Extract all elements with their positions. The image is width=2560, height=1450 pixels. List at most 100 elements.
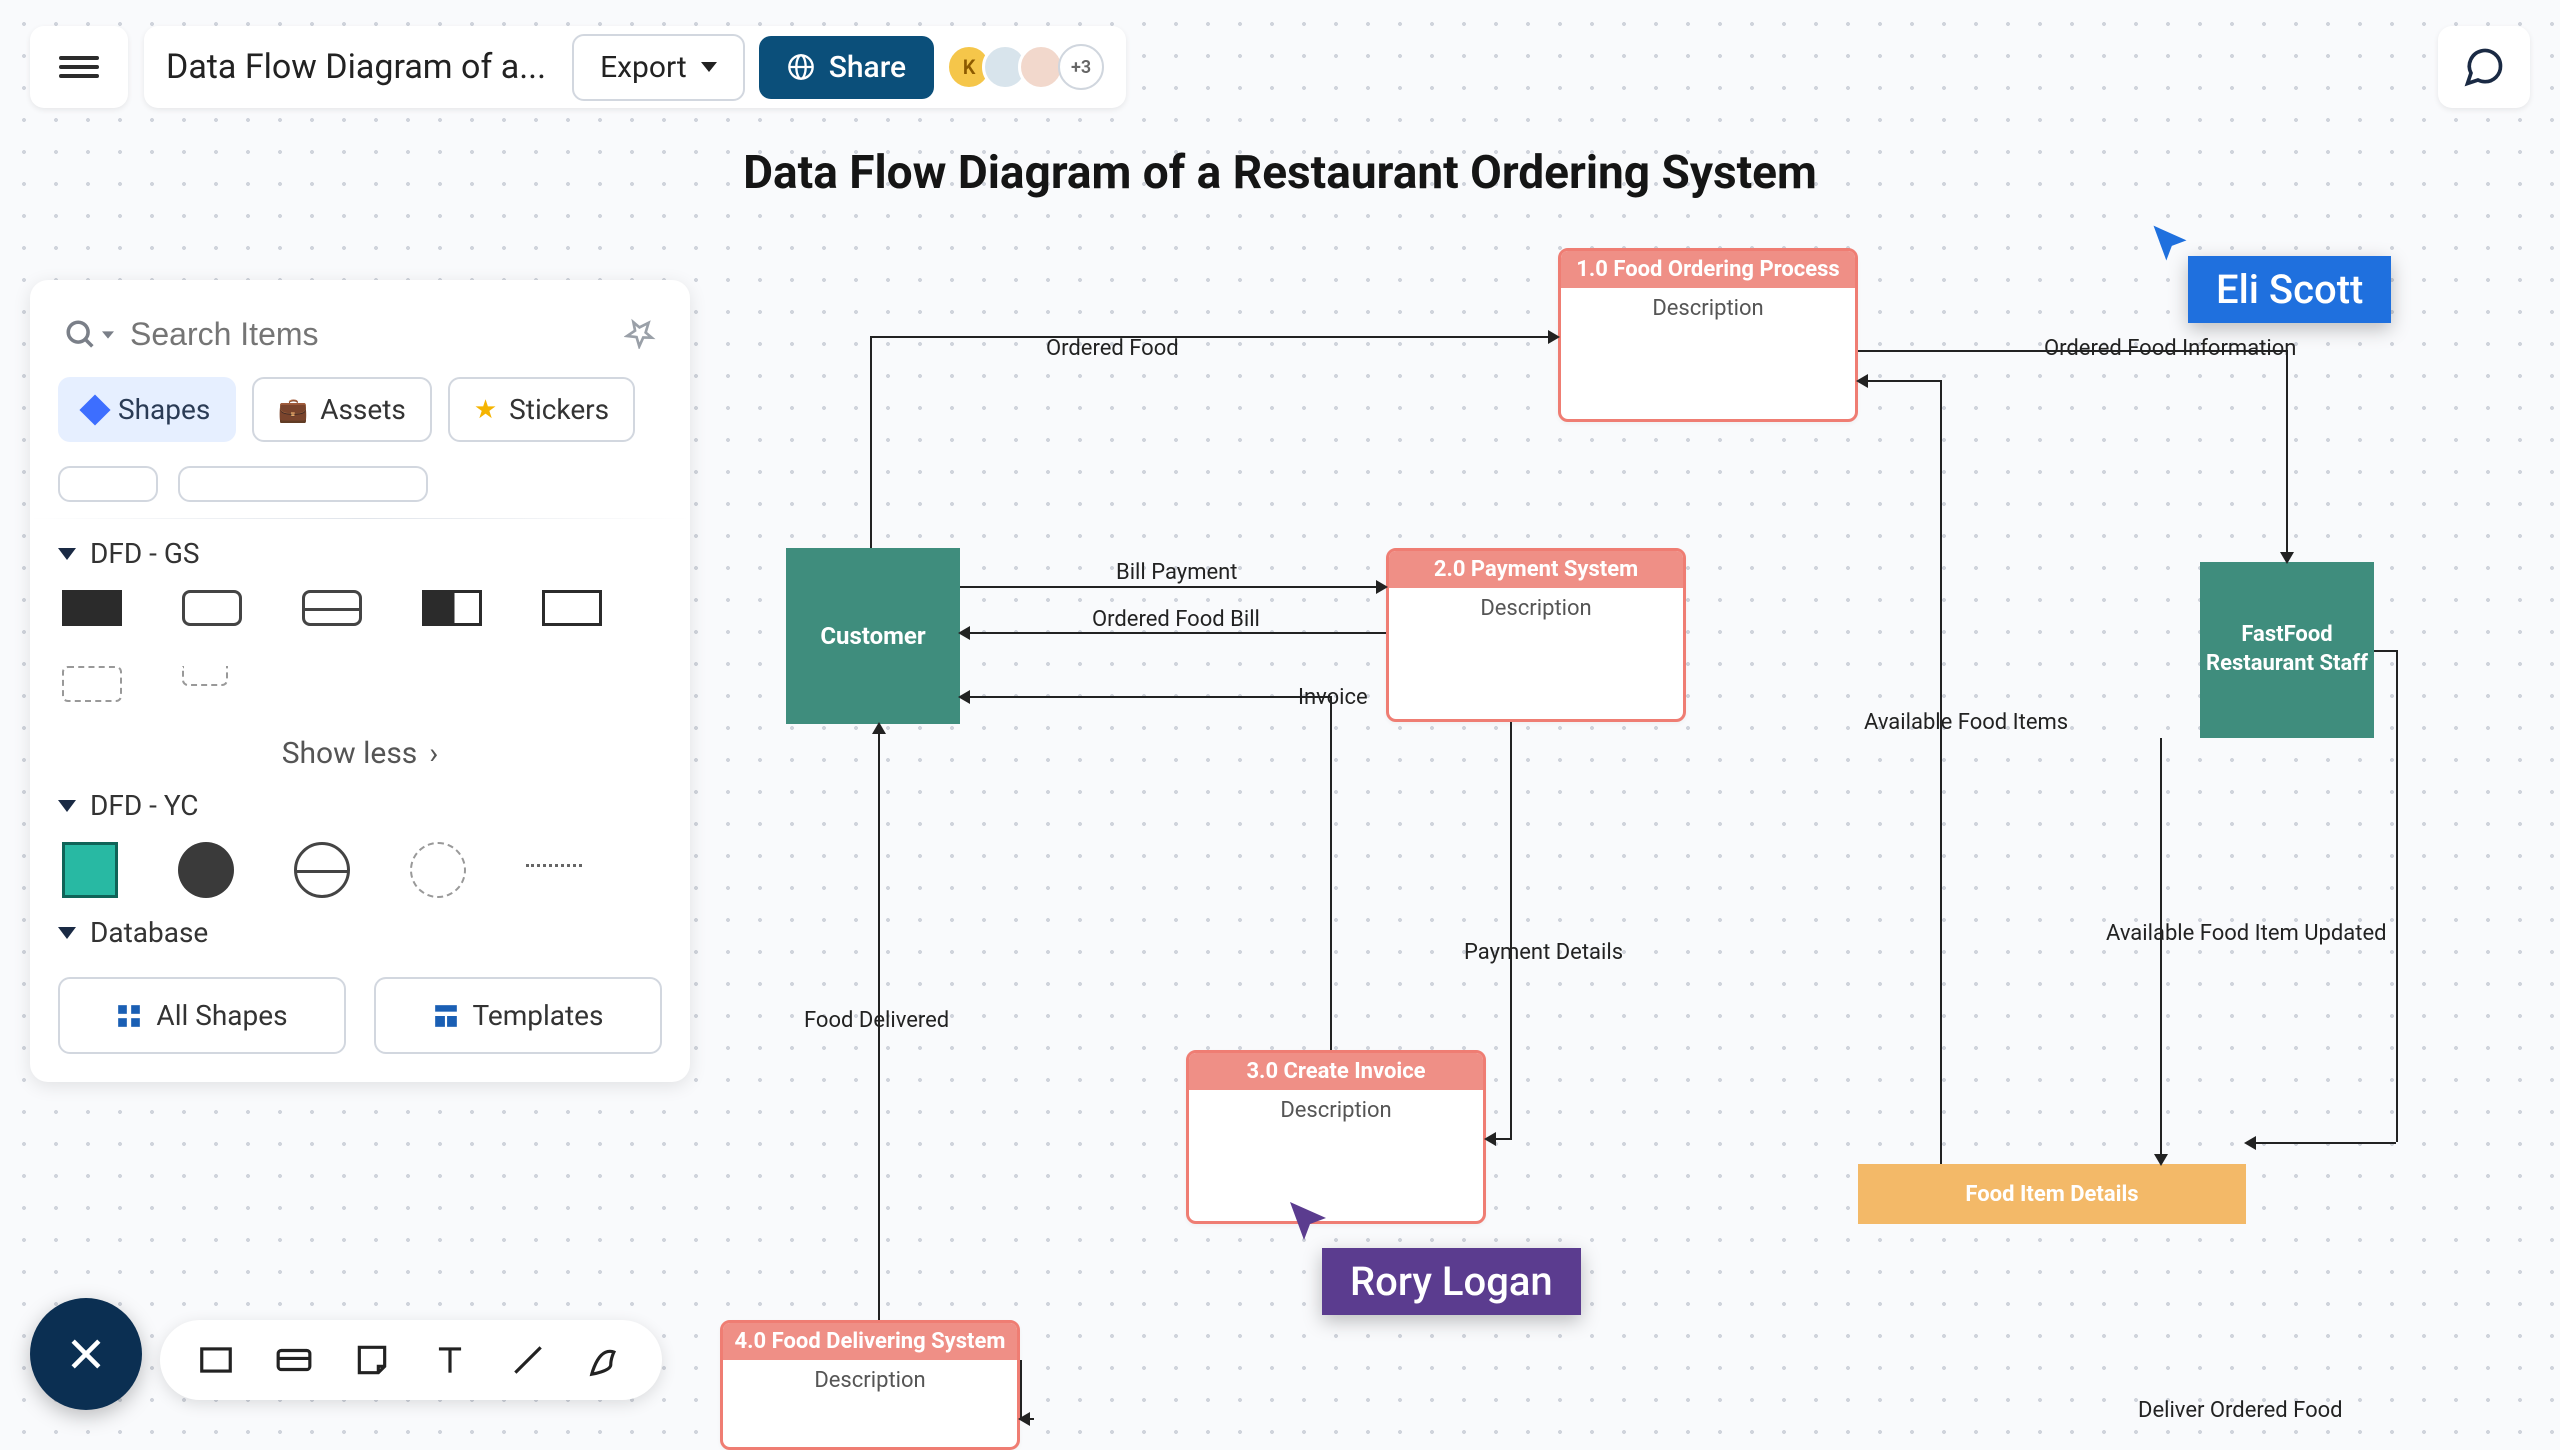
tab-shapes[interactable]: Shapes [58, 377, 236, 442]
edge [2286, 350, 2288, 562]
process-payment-system[interactable]: 2.0 Payment System Description [1386, 548, 1686, 722]
shape-open-dashed[interactable] [182, 666, 228, 686]
shape-rect-outline[interactable] [182, 590, 242, 626]
process-food-delivering[interactable]: 4.0 Food Delivering System Description [720, 1320, 1020, 1450]
shape-rect-border[interactable] [542, 590, 602, 626]
tab-stickers[interactable]: ★ Stickers [448, 377, 635, 442]
edge-label-ordered-food-bill: Ordered Food Bill [1092, 607, 1260, 632]
document-title[interactable]: Data Flow Diagram of a... [166, 47, 558, 87]
edge-label-bill-payment: Bill Payment [1116, 560, 1238, 585]
search-row [58, 308, 662, 377]
briefcase-icon: 💼 [278, 396, 308, 424]
edge [2246, 1142, 2396, 1144]
category-tabs: Shapes 💼 Assets ★ Stickers [58, 377, 662, 442]
close-icon [64, 1332, 108, 1376]
export-button[interactable]: Export [572, 34, 745, 101]
edge-label-payment-details: Payment Details [1464, 940, 1623, 965]
shape-circle-dashed[interactable] [410, 842, 466, 898]
shape-rect-half[interactable] [422, 590, 482, 626]
subtab-1[interactable] [58, 466, 158, 502]
caret-down-icon [58, 927, 76, 939]
globe-icon [787, 53, 815, 81]
edge [960, 586, 1386, 588]
section-dfd-gs-label: DFD - GS [90, 537, 200, 570]
edge [2374, 650, 2396, 652]
section-dfd-yc[interactable]: DFD - YC [58, 789, 662, 822]
top-bar: Data Flow Diagram of a... Export Share K… [30, 26, 1126, 108]
cursor-icon [2148, 222, 2192, 266]
edge [1858, 380, 1940, 382]
edge [1486, 1138, 1512, 1140]
section-database-label: Database [90, 916, 208, 949]
shape-square-teal[interactable] [62, 842, 118, 898]
shape-circle-split[interactable] [294, 842, 350, 898]
edge-label-food-delivered: Food Delivered [804, 1008, 949, 1033]
edge [1020, 1418, 1034, 1420]
panel-button-row: All Shapes Templates [58, 977, 662, 1054]
all-shapes-button[interactable]: All Shapes [58, 977, 346, 1054]
process-create-invoice[interactable]: 3.0 Create Invoice Description [1186, 1050, 1486, 1224]
caret-down-icon [58, 548, 76, 560]
tab-shapes-label: Shapes [118, 393, 210, 426]
title-block: Data Flow Diagram of a... Export Share K… [144, 26, 1126, 108]
caret-down-icon [701, 62, 717, 72]
tool-text[interactable] [430, 1340, 470, 1380]
entity-staff[interactable]: FastFood Restaurant Staff [2200, 562, 2374, 738]
speech-bubble-icon [2462, 45, 2506, 89]
datastore-food-item-details[interactable]: Food Item Details [1858, 1164, 2246, 1224]
tool-pen[interactable] [586, 1340, 626, 1380]
share-button[interactable]: Share [759, 36, 934, 99]
comments-button[interactable] [2438, 26, 2530, 108]
edge [878, 724, 880, 1320]
collaborator-avatars[interactable]: K +3 [956, 44, 1104, 90]
diagram-title[interactable]: Data Flow Diagram of a Restaurant Orderi… [743, 146, 1817, 200]
close-fab[interactable] [30, 1298, 142, 1410]
section-dfd-gs[interactable]: DFD - GS [58, 537, 662, 570]
subtab-2[interactable] [178, 466, 428, 502]
shape-circle-dark[interactable] [178, 842, 234, 898]
shape-rect-split[interactable] [302, 590, 362, 626]
avatar-more[interactable]: +3 [1058, 44, 1104, 90]
caret-down-icon [58, 800, 76, 812]
process-3-title: 3.0 Create Invoice [1189, 1053, 1483, 1090]
pin-icon[interactable] [624, 317, 656, 353]
star-icon: ★ [474, 395, 497, 425]
process-2-title: 2.0 Payment System [1389, 551, 1683, 588]
edge [870, 336, 872, 548]
templates-button[interactable]: Templates [374, 977, 662, 1054]
edge [960, 632, 1386, 634]
process-1-title: 1.0 Food Ordering Process [1561, 251, 1855, 288]
tab-assets[interactable]: 💼 Assets [252, 377, 432, 442]
edge [1020, 1360, 1022, 1420]
process-4-desc: Description [723, 1360, 1017, 1401]
tool-rectangle[interactable] [196, 1340, 236, 1380]
process-food-ordering[interactable]: 1.0 Food Ordering Process Description [1558, 248, 1858, 422]
process-4-title: 4.0 Food Delivering System [723, 1323, 1017, 1360]
edge-label-ordered-food-info: Ordered Food Information [2044, 336, 2296, 361]
shape-rect-filled[interactable] [62, 590, 122, 626]
edge-label-available-food-item-updated: Available Food Item Updated [2106, 921, 2387, 946]
hamburger-menu-button[interactable] [30, 26, 128, 108]
tool-card[interactable] [274, 1340, 314, 1380]
tool-sticky-note[interactable] [352, 1340, 392, 1380]
edge [2160, 738, 2162, 1164]
show-less-button[interactable]: Show less › [58, 736, 662, 771]
shape-rect-dashed[interactable] [62, 666, 122, 702]
edge [1940, 380, 1942, 1164]
edge [870, 336, 1558, 338]
search-input[interactable] [130, 316, 608, 353]
tool-line[interactable] [508, 1340, 548, 1380]
dfd-gs-shapes [58, 590, 662, 702]
search-icon[interactable] [64, 318, 114, 352]
entity-customer[interactable]: Customer [786, 548, 960, 724]
dfd-yc-shapes [58, 842, 662, 898]
edge-label-deliver-ordered-food: Deliver Ordered Food [2138, 1398, 2343, 1423]
edge [1510, 722, 1512, 1138]
shape-dotted-line[interactable] [526, 864, 582, 876]
shapes-panel: Shapes 💼 Assets ★ Stickers DFD - GS Show… [30, 280, 690, 1082]
grid-icon [116, 1003, 142, 1029]
templates-label: Templates [473, 999, 604, 1032]
section-database[interactable]: Database [58, 916, 662, 949]
edge-label-available-food-items: Available Food Items [1864, 710, 2068, 735]
cursor-label-rory: Rory Logan [1322, 1248, 1581, 1315]
